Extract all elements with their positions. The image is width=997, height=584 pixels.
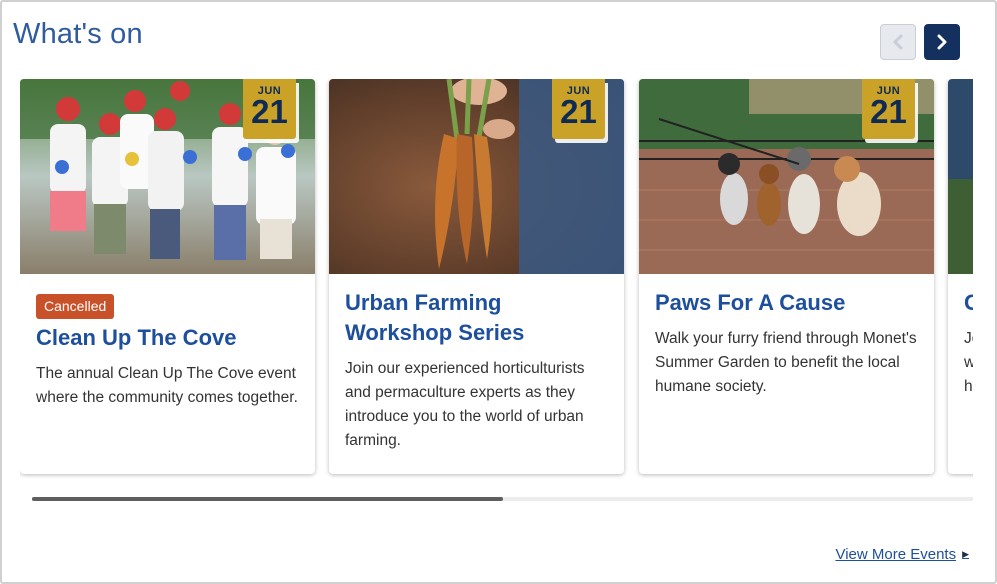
event-date-badge: JUN 21 <box>552 79 605 139</box>
event-card-paws-for-a-cause[interactable]: JUN 21 Paws For A Cause Walk your furry … <box>639 79 934 474</box>
event-title[interactable]: Paws For A Cause <box>655 288 920 318</box>
event-title[interactable]: G <box>964 288 973 318</box>
event-date-day: 21 <box>251 93 288 130</box>
status-badge: Cancelled <box>36 294 115 319</box>
partial-photo <box>948 79 973 274</box>
chevron-left-icon <box>893 34 903 50</box>
event-card-clean-up-the-cove[interactable]: JUN 21 Cancelled Clean Up The Cove The a… <box>20 79 315 474</box>
events-carousel[interactable]: JUN 21 Cancelled Clean Up The Cove The a… <box>20 79 973 479</box>
event-card-body: Urban Farming Workshop Series Join our e… <box>345 288 610 453</box>
caret-right-icon: ▶ <box>962 549 969 559</box>
section-title: What's on <box>13 18 143 50</box>
carousel-scrollbar-thumb[interactable] <box>32 497 503 501</box>
carousel-prev-button[interactable] <box>880 24 916 60</box>
event-description: Jo w h <box>964 327 973 399</box>
view-more-events-label: View More Events <box>835 546 957 563</box>
carousel-next-button[interactable] <box>924 24 960 60</box>
event-card-body: Paws For A Cause Walk your furry friend … <box>655 288 920 399</box>
event-description-line: w <box>964 351 973 375</box>
view-more-events-link[interactable]: View More Events ▶ <box>835 546 969 563</box>
event-date-day: 21 <box>870 93 907 130</box>
event-card-body: Cancelled Clean Up The Cove The annual C… <box>36 294 301 410</box>
event-description-line: Jo <box>964 330 973 347</box>
event-date-day: 21 <box>560 93 597 130</box>
event-title[interactable]: Clean Up The Cove <box>36 323 301 353</box>
event-date-badge: JUN 21 <box>243 79 296 139</box>
event-card-urban-farming[interactable]: JUN 21 Urban Farming Workshop Series Joi… <box>329 79 624 474</box>
event-description-line: h <box>964 378 973 395</box>
event-card-partial[interactable]: G Jo w h <box>948 79 973 474</box>
event-description: Walk your furry friend through Monet's S… <box>655 330 917 395</box>
event-title[interactable]: Urban Farming Workshop Series <box>345 288 610 348</box>
carousel-scrollbar[interactable] <box>32 497 973 501</box>
event-description: The annual Clean Up The Cove event where… <box>36 365 298 406</box>
event-date-badge: JUN 21 <box>862 79 915 139</box>
event-description: Join our experienced horticulturists and… <box>345 360 585 449</box>
event-card-body: G Jo w h <box>964 288 973 399</box>
chevron-right-icon <box>937 34 947 50</box>
events-widget: What's on JUN 21 Cancelled Clean Up The … <box>0 0 997 584</box>
